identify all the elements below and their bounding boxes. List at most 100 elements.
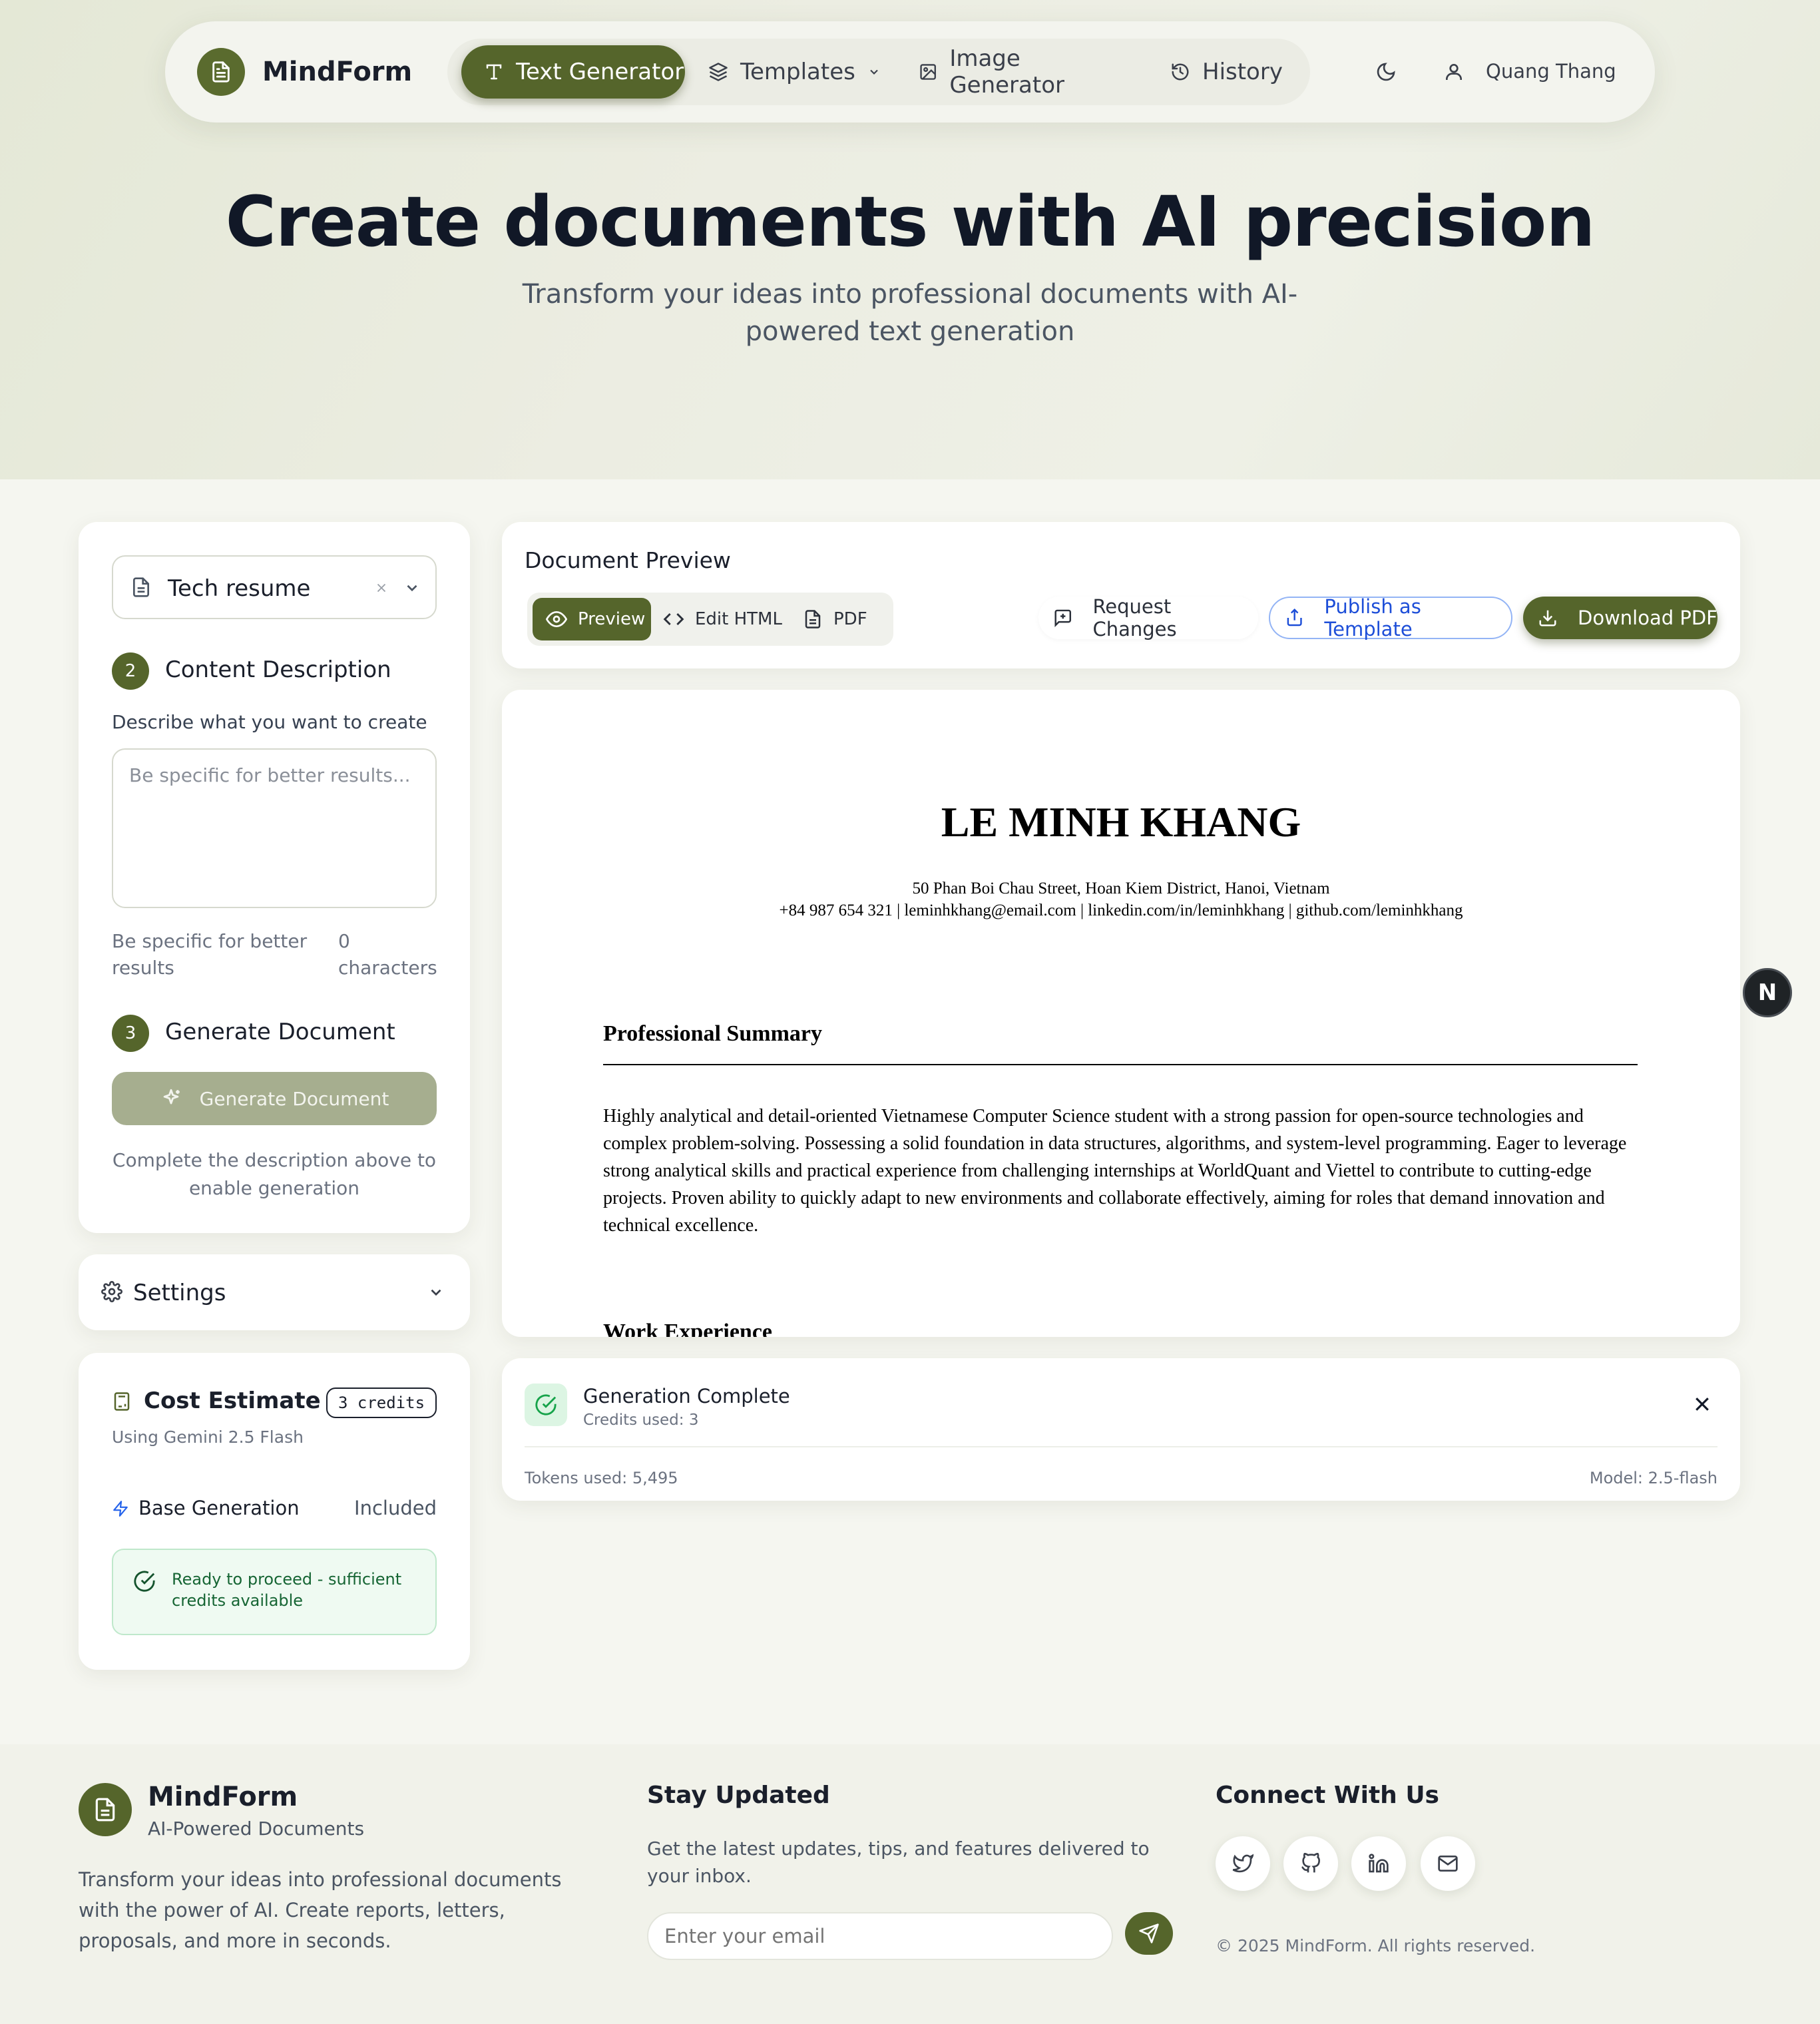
generator-form-card: Tech resume 2 Content Description Descri…: [79, 522, 470, 1233]
base-generation-value: Included: [354, 1497, 437, 1519]
resume-contact: 50 Phan Boi Chau Street, Hoan Kiem Distr…: [502, 878, 1740, 921]
top-navbar: MindForm: [165, 21, 1655, 123]
tab-image-generator[interactable]: Image Generator: [919, 45, 1132, 99]
document-preview-sheet[interactable]: LE MINH KHANG 50 Phan Boi Chau Street, H…: [502, 690, 1740, 1337]
newsletter-text: Get the latest updates, tips, and featur…: [647, 1838, 1150, 1887]
file-icon: [133, 577, 149, 597]
hero-title: Create documents with AI precision: [225, 181, 1596, 262]
description-label: Describe what you want to create: [112, 711, 427, 733]
send-icon: [1139, 1923, 1159, 1943]
user-icon: [1446, 64, 1462, 80]
tab-templates[interactable]: Templates: [708, 45, 881, 99]
generate-document-button[interactable]: Generate Document: [112, 1072, 437, 1125]
linkedin-link[interactable]: [1351, 1836, 1406, 1891]
code-icon: [663, 613, 684, 626]
user-menu[interactable]: [1443, 61, 1465, 85]
tab-label: Text Generator: [516, 59, 684, 85]
generate-button-label: Generate Document: [199, 1087, 389, 1110]
gear-icon: [101, 1281, 122, 1302]
pdf-view-button[interactable]: PDF: [803, 598, 883, 640]
download-label: Download PDF: [1578, 607, 1717, 629]
summary-text: Highly analytical and detail-oriented Vi…: [603, 1106, 1627, 1236]
tab-history[interactable]: History: [1170, 45, 1303, 99]
download-icon: [1539, 610, 1556, 627]
status-title: Generation Complete: [583, 1385, 790, 1407]
dark-mode-toggle[interactable]: [1375, 61, 1397, 85]
cost-estimate-card: Cost Estimate 3 credits Using Gemini 2.5…: [79, 1353, 470, 1670]
github-link[interactable]: [1283, 1836, 1338, 1891]
step-2-badge: 2: [112, 652, 149, 690]
footer-description: Transform your ideas into professional d…: [79, 1868, 562, 1952]
model-used: Model: 2.5-flash: [1589, 1469, 1717, 1487]
settings-title: Settings: [133, 1280, 226, 1306]
tab-label: History: [1202, 59, 1283, 85]
footer-logo-icon: [79, 1783, 132, 1836]
moon-icon: [1377, 63, 1395, 81]
step-2-label: Content Description: [165, 656, 391, 683]
twitter-link[interactable]: [1216, 1836, 1270, 1891]
template-select-value: Tech resume: [168, 575, 311, 602]
view-label: PDF: [833, 609, 867, 629]
download-pdf-button[interactable]: Download PDF: [1523, 597, 1717, 639]
footer-tagline: AI-Powered Documents: [148, 1818, 365, 1840]
eye-icon: [546, 611, 567, 628]
hint-text: Be specific for better results: [112, 930, 308, 979]
description-textarea[interactable]: Be specific for better results...: [112, 748, 437, 908]
credits-used: Credits used: 3: [583, 1411, 699, 1429]
chevron-down-icon[interactable]: [403, 579, 421, 597]
work-experience-heading: Work Experience: [603, 1320, 773, 1337]
status-divider: [525, 1446, 1717, 1447]
view-label: Edit HTML: [695, 609, 782, 629]
text-icon: [486, 64, 502, 80]
history-icon: [1172, 63, 1189, 81]
clear-icon[interactable]: [374, 581, 389, 595]
preview-view-button[interactable]: Preview: [533, 598, 651, 640]
publish-label: Publish as Template: [1324, 595, 1421, 640]
chevron-down-icon: [870, 69, 878, 75]
check-circle-icon: [525, 1384, 567, 1426]
preview-toolbar-card: Document Preview Preview Edit HTML PDF R…: [502, 522, 1740, 668]
mail-icon: [1438, 1856, 1458, 1872]
message-square-icon: [1054, 609, 1071, 628]
linkedin-icon: [1369, 1854, 1389, 1873]
brand-name: MindForm: [262, 57, 413, 87]
twitter-icon: [1232, 1854, 1253, 1873]
close-icon[interactable]: [1692, 1394, 1712, 1414]
hero-subtitle: Transform your ideas into professional d…: [522, 279, 1298, 347]
credits-badge: 3 credits: [326, 1388, 437, 1418]
email-link[interactable]: [1421, 1836, 1475, 1891]
base-generation-label: Base Generation: [138, 1497, 300, 1519]
logo-document-icon: [197, 48, 245, 96]
resume-links: +84 987 654 321 | leminhkhang@email.com …: [779, 901, 1463, 919]
connect-title: Connect With Us: [1216, 1782, 1439, 1809]
tab-label: Templates: [740, 59, 855, 85]
request-changes-label: Request Changes: [1092, 595, 1177, 640]
resume-address: 50 Phan Boi Chau Street, Hoan Kiem Distr…: [912, 880, 1330, 897]
file-text-icon: [805, 610, 821, 629]
sparkles-icon: [163, 1089, 180, 1105]
layers-icon: [709, 63, 728, 81]
user-name[interactable]: Quang Thang: [1486, 60, 1616, 83]
newsletter-submit-button[interactable]: [1125, 1912, 1173, 1955]
edit-html-view-button[interactable]: Edit HTML: [663, 598, 790, 640]
tab-label: Image Generator: [949, 45, 1064, 99]
chevron-down-icon: [431, 1289, 441, 1296]
nextjs-dev-button[interactable]: N: [1743, 968, 1792, 1017]
tokens-used: Tokens used: 5,495: [525, 1469, 678, 1487]
calculator-icon: [114, 1392, 130, 1411]
tab-text-generator[interactable]: Text Generator: [461, 45, 685, 99]
brand[interactable]: MindForm: [197, 48, 412, 96]
ready-notice: Ready to proceed - sufficient credits av…: [112, 1549, 437, 1635]
settings-card[interactable]: Settings: [79, 1254, 470, 1330]
view-label: Preview: [578, 609, 646, 629]
step-3-badge: 3: [112, 1015, 149, 1052]
copyright: © 2025 MindForm. All rights reserved.: [1216, 1936, 1536, 1955]
request-changes-button[interactable]: Request Changes: [1038, 595, 1258, 640]
ready-text: Ready to proceed - sufficient credits av…: [172, 1570, 402, 1610]
view-toggle: Preview Edit HTML PDF: [527, 593, 893, 646]
template-select[interactable]: Tech resume: [112, 555, 437, 619]
generate-hint: Complete the description above to enable…: [112, 1149, 437, 1199]
publish-template-button[interactable]: Publish as Template: [1269, 595, 1512, 640]
newsletter-email-input[interactable]: [647, 1912, 1113, 1960]
char-count: 0 characters: [338, 930, 437, 979]
